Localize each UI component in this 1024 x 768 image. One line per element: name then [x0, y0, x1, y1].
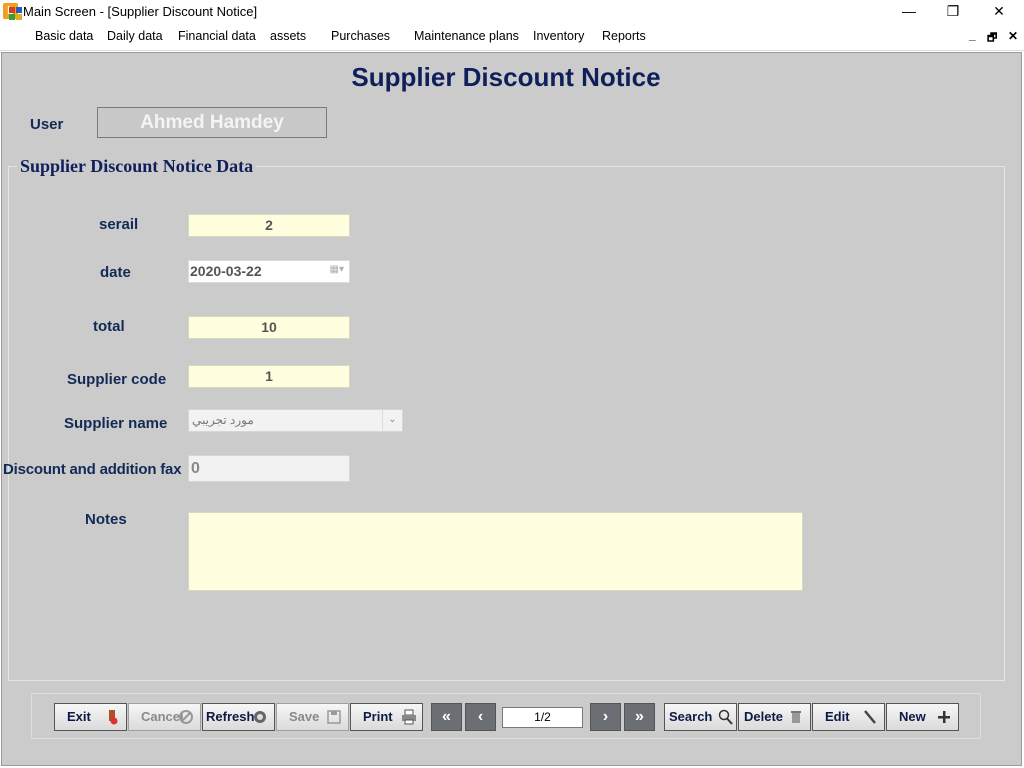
- last-record-button[interactable]: »: [624, 703, 655, 731]
- trash-icon: [791, 711, 801, 723]
- user-label: User: [30, 116, 64, 133]
- search-icon: [718, 709, 733, 725]
- record-pager-input[interactable]: 1/2: [502, 707, 583, 728]
- print-button[interactable]: Print: [350, 703, 423, 731]
- refresh-icon: [254, 711, 266, 723]
- menu-inventory[interactable]: Inventory: [533, 29, 584, 43]
- discount-fax-field[interactable]: 0: [188, 455, 350, 482]
- exit-button[interactable]: Exit: [54, 703, 127, 731]
- supplier-code-label: Supplier code: [67, 371, 167, 388]
- menu-daily-data[interactable]: Daily data: [107, 29, 163, 43]
- notes-label: Notes: [85, 511, 127, 528]
- total-label: total: [93, 318, 125, 335]
- close-window-button[interactable]: ✕: [976, 0, 1022, 23]
- menu-assets[interactable]: assets: [270, 29, 306, 43]
- cancel-button[interactable]: Cancel: [128, 703, 201, 731]
- total-field[interactable]: 10: [188, 316, 350, 339]
- discount-fax-label: Discount and addition fax: [3, 461, 182, 478]
- supplier-name-value: مورد تجريبي: [192, 413, 254, 427]
- edit-button-label: Edit: [825, 709, 850, 724]
- notes-textarea[interactable]: [188, 512, 803, 591]
- first-record-button[interactable]: «: [431, 703, 462, 731]
- save-icon: [327, 710, 341, 724]
- next-record-button[interactable]: ›: [590, 703, 621, 731]
- mdi-close-button[interactable]: ✕: [1008, 29, 1018, 43]
- menu-purchases[interactable]: Purchases: [331, 29, 390, 43]
- edit-button[interactable]: Edit: [812, 703, 885, 731]
- chevron-down-icon[interactable]: ⌄: [382, 410, 402, 431]
- cancel-icon: [179, 710, 193, 724]
- page-title: Supplier Discount Notice: [351, 62, 661, 92]
- date-label: date: [100, 264, 131, 281]
- menu-reports[interactable]: Reports: [602, 29, 646, 43]
- serial-label: serail: [99, 216, 139, 233]
- calendar-icon[interactable]: ▦▾: [330, 264, 344, 275]
- minimize-window-button[interactable]: —: [886, 0, 932, 23]
- group-title: Supplier Discount Notice Data: [17, 156, 257, 177]
- mdi-minimize-button[interactable]: _: [969, 28, 976, 42]
- previous-record-button[interactable]: ‹: [465, 703, 496, 731]
- user-name-display: Ahmed Hamdey: [97, 107, 327, 138]
- delete-button-label: Delete: [744, 709, 784, 724]
- delete-button[interactable]: Delete: [738, 703, 811, 731]
- search-button[interactable]: Search: [664, 703, 737, 731]
- supplier-code-field[interactable]: 1: [188, 365, 350, 388]
- menu-financial-data[interactable]: Financial data: [178, 29, 256, 43]
- exit-button-label: Exit: [67, 709, 91, 724]
- date-value: 2020-03-22: [190, 263, 262, 279]
- exit-icon: [109, 710, 118, 725]
- save-button-label: Save: [289, 709, 320, 724]
- refresh-button[interactable]: Refresh: [202, 703, 275, 731]
- pencil-icon: [864, 710, 876, 724]
- search-button-label: Search: [669, 709, 713, 724]
- menu-basic-data[interactable]: Basic data: [35, 29, 93, 43]
- plus-icon: [938, 711, 950, 723]
- menu-maintenance-plans[interactable]: Maintenance plans: [414, 29, 519, 43]
- print-button-label: Print: [363, 709, 393, 724]
- new-button[interactable]: New: [886, 703, 959, 731]
- date-picker[interactable]: 2020-03-22 ▦▾: [188, 260, 350, 283]
- save-button[interactable]: Save: [276, 703, 349, 731]
- window-title: Main Screen - [Supplier Discount Notice]: [23, 4, 258, 19]
- maximize-window-button[interactable]: ❐: [930, 0, 976, 23]
- menu-app-icon: [9, 7, 22, 20]
- mdi-restore-button[interactable]: 🗗: [987, 29, 997, 48]
- new-button-label: New: [899, 709, 926, 724]
- supplier-name-label: Supplier name: [64, 415, 168, 432]
- printer-icon: [402, 709, 416, 725]
- supplier-name-select[interactable]: مورد تجريبي ⌄: [188, 409, 403, 432]
- refresh-button-label: Refresh: [206, 709, 255, 724]
- serial-field[interactable]: 2: [188, 214, 350, 237]
